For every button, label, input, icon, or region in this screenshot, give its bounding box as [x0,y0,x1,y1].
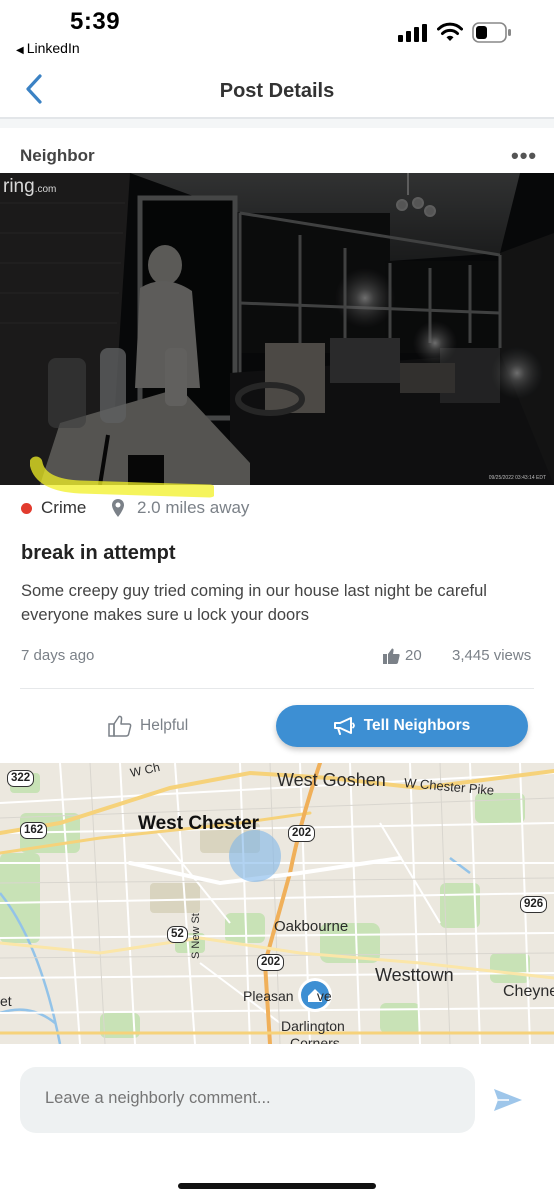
helpful-button[interactable]: Helpful [108,714,188,738]
thumbs-up-outline-icon [108,715,132,737]
route-shield-162: 162 [20,822,48,839]
map-label-west-goshen: West Goshen [277,770,386,790]
map-label-oakbourne: Oakbourne [274,918,349,935]
wifi-icon [437,22,463,41]
porch-camera-image [0,173,554,485]
post-date: 7 days ago [21,647,95,664]
route-shield-52: 52 [167,926,188,943]
post-author: Neighbor [20,146,95,165]
thumbs-up-icon [383,648,400,664]
route-shield-322: 322 [7,770,35,787]
status-time: 5:39 [70,8,121,35]
home-indicator [178,1183,376,1189]
battery-icon [472,22,511,43]
post-body: Some creepy guy tried coming in our hous… [21,582,487,624]
map-label-west-chester: West Chester [138,813,260,834]
comment-input[interactable] [45,1089,465,1108]
video-timestamp: 09/25/2022 03:43:14 EDT [488,475,546,481]
content-divider [20,688,534,689]
back-app-label: LinkedIn [26,40,80,56]
map-label-s-new-st: S New St [190,913,202,959]
map-label-et: et [0,993,12,1009]
cellular-signal-icon [398,24,427,42]
like-count: 20 [405,647,422,664]
map-label-pleasant-grove: Pleasan ve [243,988,332,1004]
back-to-app-link[interactable]: ◀ LinkedIn [16,40,80,56]
megaphone-icon [333,717,355,735]
send-icon[interactable] [493,1088,523,1112]
route-shield-202-south: 202 [257,954,285,971]
helpful-label: Helpful [140,717,189,734]
section-gap [0,119,554,128]
more-options-icon[interactable]: ••• [511,143,537,169]
map-label-westtown: Westtown [375,965,454,985]
route-shield-926: 926 [520,896,548,913]
map-label-corners: Corners [290,1035,340,1044]
page-title: Post Details [219,80,335,102]
back-triangle-icon: ◀ [16,45,24,56]
post-title: break in attempt [21,542,176,564]
map-label-darlington: Darlington [281,1018,345,1034]
view-count: 3,445 views [452,647,532,664]
highlighter-mark [30,456,214,498]
location-map[interactable]: West Goshen W Chester Pike W Ch West Che… [0,763,554,1044]
map-label-cheyney: Cheyne [503,983,554,1000]
ring-logo: ring.com [3,176,57,197]
tell-neighbors-button[interactable]: Tell Neighbors [276,705,528,747]
tell-neighbors-label: Tell Neighbors [363,717,471,734]
post-image[interactable]: ring.com 09/25/2022 03:43:14 EDT [0,173,554,485]
route-shield-202-north: 202 [288,825,316,842]
